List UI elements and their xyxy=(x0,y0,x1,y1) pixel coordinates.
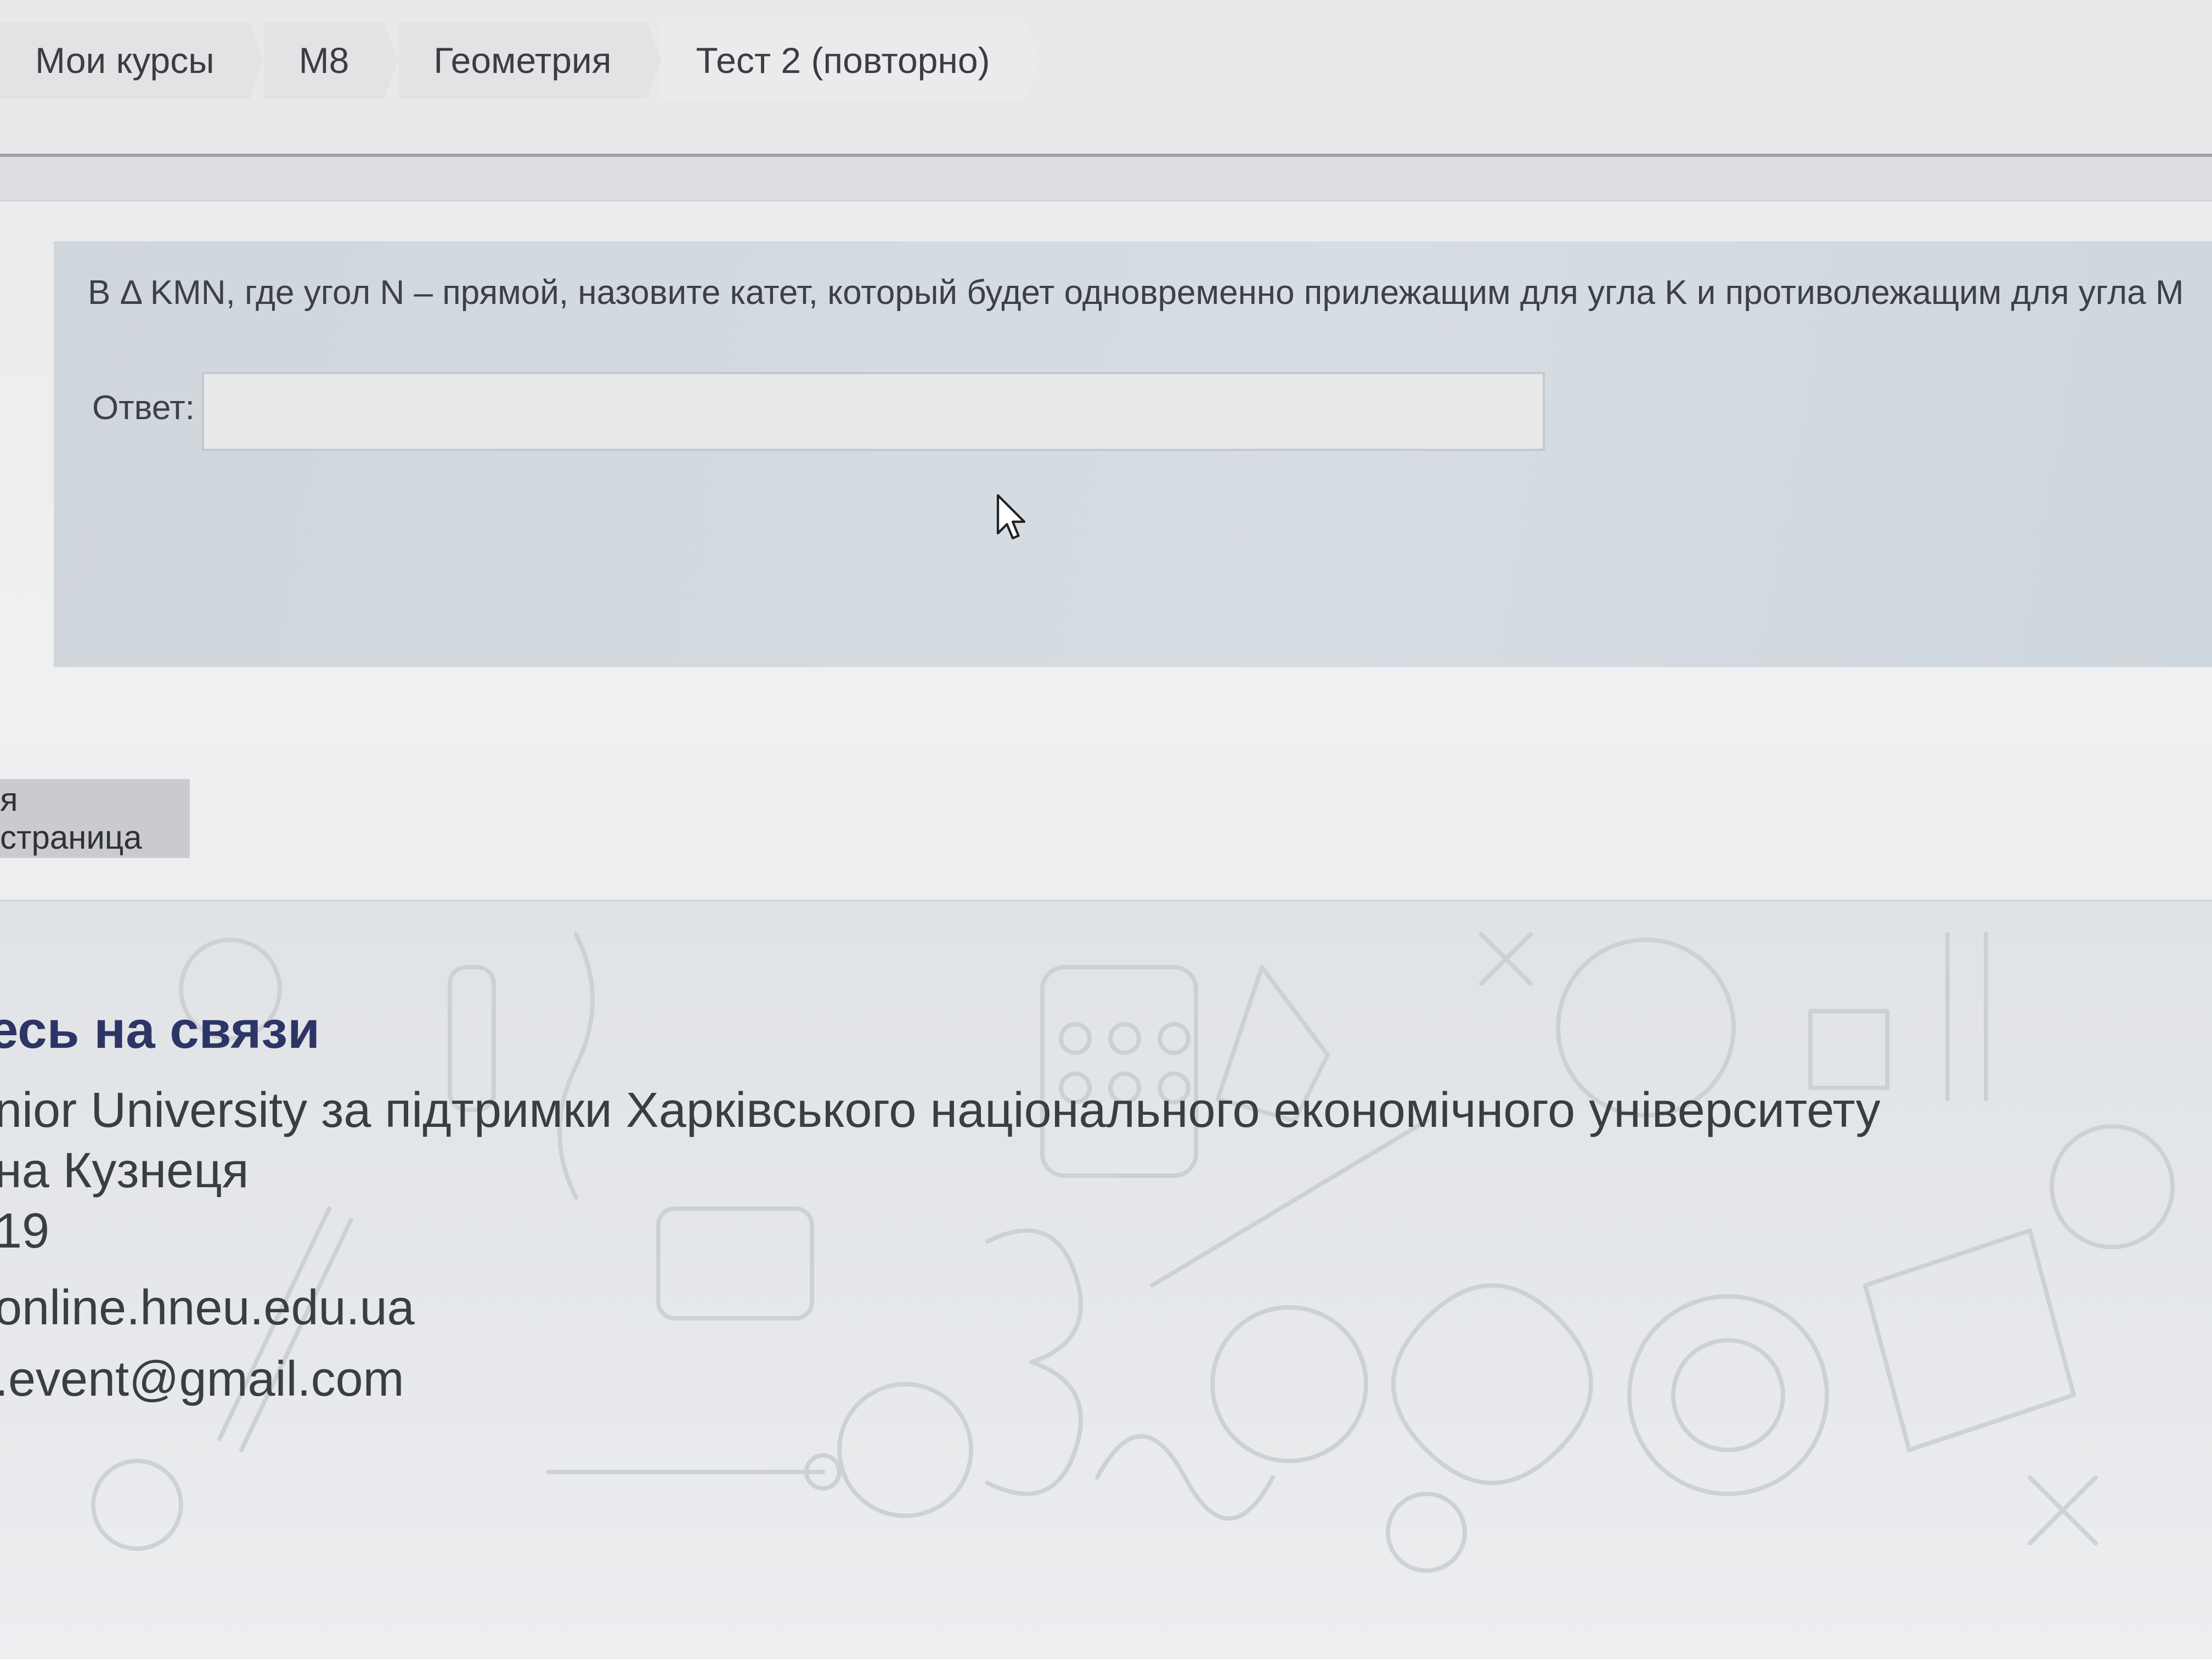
breadcrumb-row: Мои курсы М8 Геометрия Тест 2 (повторно) xyxy=(0,22,1040,99)
next-page-button[interactable]: я страница xyxy=(0,779,190,858)
header-divider xyxy=(0,157,2212,201)
footer-website-link[interactable]: online.hneu.edu.ua xyxy=(0,1280,415,1336)
footer-address-number: 19 xyxy=(0,1204,50,1259)
question-card: В Δ KMN, где угол N – прямой, назовите к… xyxy=(54,241,2212,667)
breadcrumb-m8[interactable]: М8 xyxy=(263,22,398,99)
answer-input[interactable] xyxy=(202,372,1545,451)
footer-organization: nior University за підтримки Харківськог… xyxy=(0,1083,1881,1138)
footer-email-link[interactable]: .event@gmail.com xyxy=(0,1351,404,1408)
footer: есь на связи nior University за підтримк… xyxy=(0,900,2212,1659)
breadcrumb-my-courses[interactable]: Мои курсы xyxy=(0,22,264,99)
footer-title: есь на связи xyxy=(0,1001,320,1059)
breadcrumb-test[interactable]: Тест 2 (повторно) xyxy=(661,22,1040,99)
question-text: В Δ KMN, где угол N – прямой, назовите к… xyxy=(88,274,2184,312)
mouse-pointer-icon xyxy=(996,494,1026,540)
quiz-page: Мои курсы М8 Геометрия Тест 2 (повторно)… xyxy=(0,0,2212,1659)
footer-address: на Кузнеця xyxy=(0,1143,249,1198)
breadcrumb: Мои курсы М8 Геометрия Тест 2 (повторно) xyxy=(0,0,2212,157)
breadcrumb-geometry[interactable]: Геометрия xyxy=(398,22,661,99)
answer-label: Ответ: xyxy=(92,389,195,427)
